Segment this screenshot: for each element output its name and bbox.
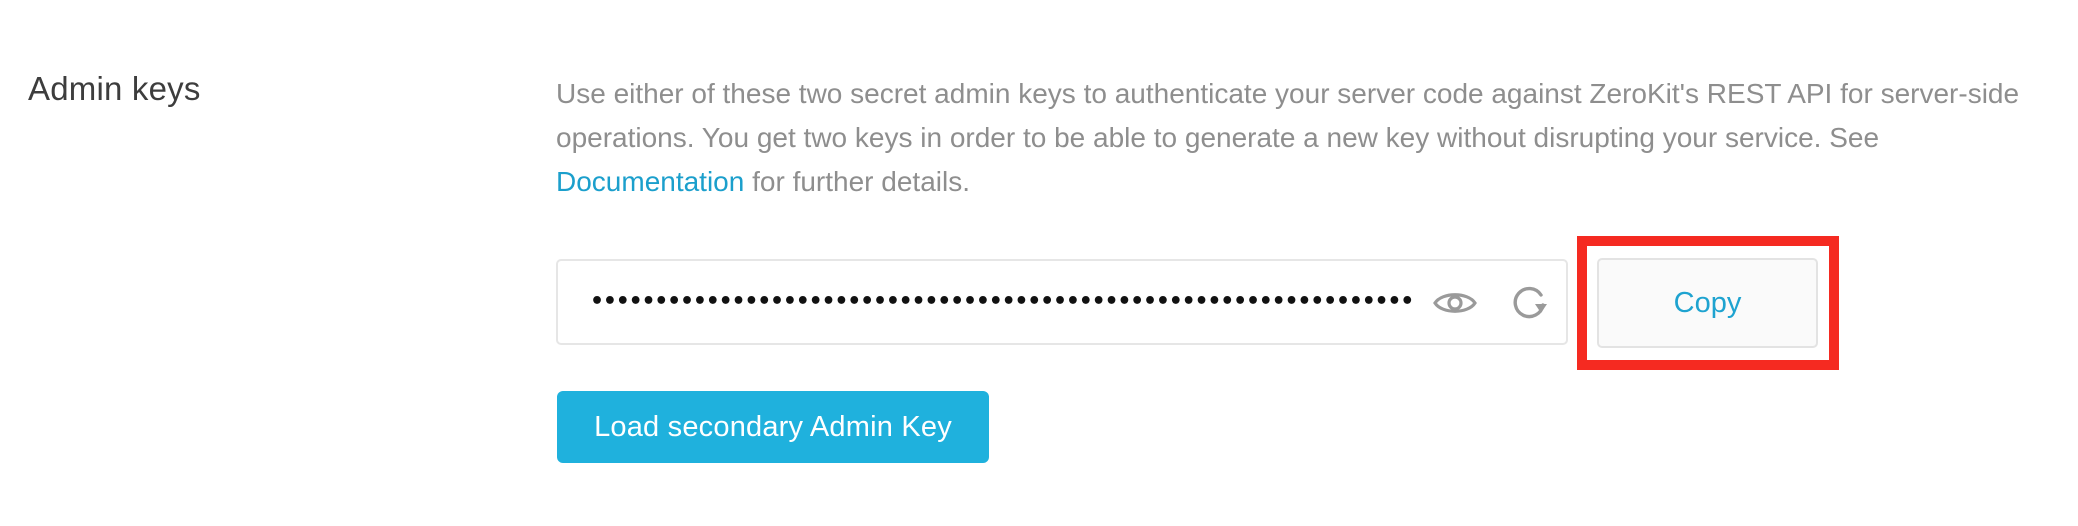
admin-key-field[interactable]: ••••••••••••••••••••••••••••••••••••••••… [556,259,1568,345]
refresh-icon[interactable] [1506,283,1552,323]
section-title: Admin keys [28,70,201,107]
masked-admin-key[interactable]: ••••••••••••••••••••••••••••••••••••••••… [590,261,1413,343]
description-text: Use either of these two secret admin key… [556,78,2020,153]
copy-button[interactable]: Copy [1597,258,1818,348]
description-text-end: for further details. [744,166,970,197]
documentation-link[interactable]: Documentation [556,166,744,197]
eye-icon[interactable] [1432,283,1478,323]
load-secondary-admin-key-button[interactable]: Load secondary Admin Key [557,391,989,463]
admin-keys-settings: Admin keys Use either of these two secre… [0,0,2078,526]
admin-keys-description: Use either of these two secret admin key… [556,72,2036,204]
